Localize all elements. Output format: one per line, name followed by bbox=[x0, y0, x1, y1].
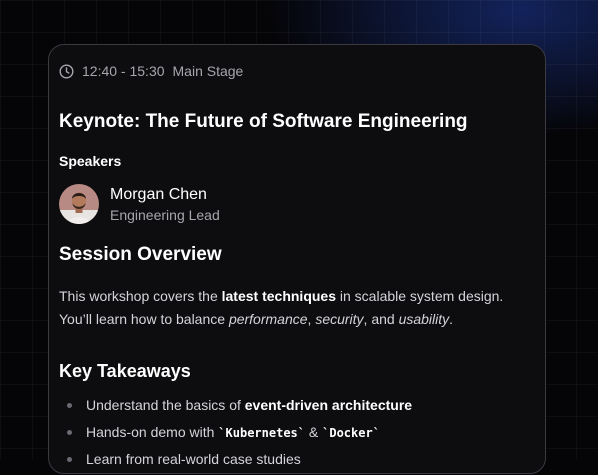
speaker-item[interactable]: Morgan Chen Engineering Lead bbox=[59, 184, 220, 224]
overview-line-2: You’ll learn how to balance performance,… bbox=[59, 308, 529, 331]
takeaway-bold-text: event-driven architecture bbox=[244, 397, 413, 413]
list-item: Hands-on demo with `Kubernetes` & `Docke… bbox=[59, 421, 412, 448]
overview-emphasis: performance bbox=[228, 311, 308, 327]
overview-text-segment: , and bbox=[363, 311, 399, 327]
takeaway-text: Hands-on demo with bbox=[86, 424, 219, 440]
overview-line-1: This workshop covers the latest techniqu… bbox=[59, 285, 529, 308]
bullet-icon bbox=[67, 403, 72, 408]
speaker-avatar bbox=[59, 184, 99, 224]
overview-heading: Session Overview bbox=[59, 244, 222, 265]
overview-text-segment: This workshop covers the bbox=[59, 288, 222, 304]
takeaways-list: Understand the basics of event-driven ar… bbox=[59, 394, 412, 475]
session-location: Main Stage bbox=[172, 63, 244, 79]
takeaway-text: & bbox=[305, 424, 323, 440]
session-meta: 12:40 - 15:30 Main Stage bbox=[59, 63, 243, 79]
overview-text-segment: in scalable system design. bbox=[336, 288, 504, 304]
overview-text: This workshop covers the latest techniqu… bbox=[59, 285, 529, 331]
clock-icon bbox=[59, 63, 74, 79]
list-item: Learn from real-world case studies bbox=[59, 448, 412, 475]
overview-emphasis: security bbox=[315, 311, 364, 327]
overview-bold-text: latest techniques bbox=[221, 288, 336, 304]
list-item: Understand the basics of event-driven ar… bbox=[59, 394, 412, 421]
session-time: 12:40 - 15:30 bbox=[82, 63, 165, 79]
takeaway-text: Learn from real-world case studies bbox=[86, 451, 301, 467]
speaker-role: Engineering Lead bbox=[110, 206, 220, 223]
speaker-info: Morgan Chen Engineering Lead bbox=[110, 185, 220, 224]
overview-emphasis: usability bbox=[398, 311, 450, 327]
inline-code: `Docker` bbox=[322, 426, 380, 440]
bullet-icon bbox=[67, 430, 72, 435]
takeaways-heading: Key Takeaways bbox=[59, 361, 191, 381]
inline-code: `Kubernetes` bbox=[218, 426, 305, 440]
overview-text-segment: You’ll learn how to balance bbox=[59, 311, 229, 327]
overview-text-segment: . bbox=[449, 311, 454, 327]
session-title: Keynote: The Future of Software Engineer… bbox=[59, 111, 468, 132]
speakers-label: Speakers bbox=[59, 153, 122, 169]
takeaway-text: Understand the basics of bbox=[86, 397, 245, 413]
speaker-name: Morgan Chen bbox=[110, 185, 207, 203]
session-card: 12:40 - 15:30 Main Stage Keynote: The Fu… bbox=[48, 44, 546, 474]
